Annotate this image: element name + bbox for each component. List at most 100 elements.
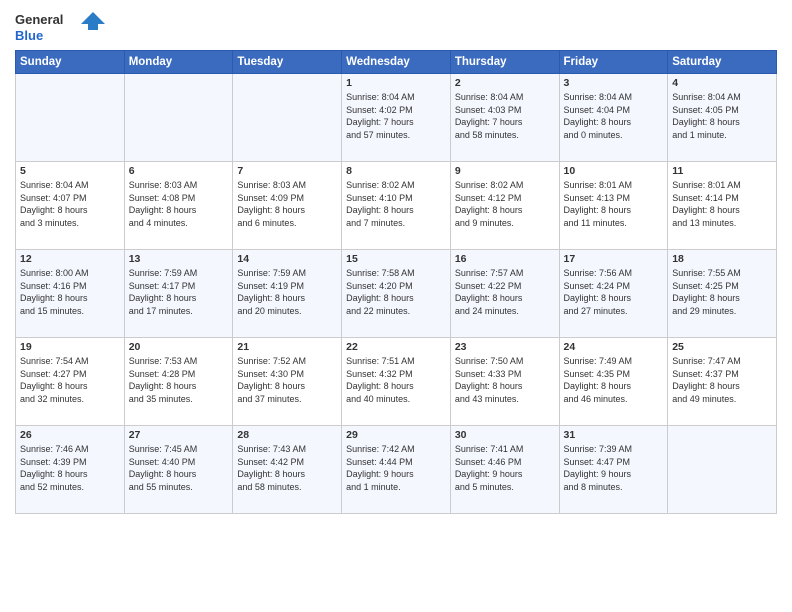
day-number: 7 bbox=[237, 165, 337, 177]
calendar-week-5: 26Sunrise: 7:46 AM Sunset: 4:39 PM Dayli… bbox=[16, 426, 777, 514]
day-number: 27 bbox=[129, 429, 229, 441]
day-info: Sunrise: 7:50 AM Sunset: 4:33 PM Dayligh… bbox=[455, 355, 555, 405]
calendar-cell: 3 Sunrise: 8:04 AM Sunset: 4:04 PM Daylig… bbox=[559, 74, 668, 162]
day-number: 18 bbox=[672, 253, 772, 265]
calendar-cell: 18 Sunrise: 7:55 AM Sunset: 4:25 PM Dayli… bbox=[668, 250, 777, 338]
day-number: 28 bbox=[237, 429, 337, 441]
calendar-cell: 23 Sunrise: 7:50 AM Sunset: 4:33 PM Dayli… bbox=[450, 338, 559, 426]
calendar-cell: 15 Sunrise: 7:58 AM Sunset: 4:20 PM Dayli… bbox=[342, 250, 451, 338]
day-info: Sunrise: 8:03 AM Sunset: 4:08 PM Dayligh… bbox=[129, 179, 229, 229]
calendar-cell: 6 Sunrise: 8:03 AM Sunset: 4:08 PM Daylig… bbox=[124, 162, 233, 250]
day-info: Sunrise: 7:43 AM Sunset: 4:42 PM Dayligh… bbox=[237, 443, 337, 493]
calendar-cell: 22Sunrise: 7:51 AM Sunset: 4:32 PM Dayli… bbox=[342, 338, 451, 426]
day-info: Sunrise: 7:47 AM Sunset: 4:37 PM Dayligh… bbox=[672, 355, 772, 405]
calendar-cell: 29 Sunrise: 7:42 AM Sunset: 4:44 PM Dayli… bbox=[342, 426, 451, 514]
day-number: 6 bbox=[129, 165, 229, 177]
day-number: 10 bbox=[564, 165, 664, 177]
weekday-header-thursday: Thursday bbox=[450, 51, 559, 74]
calendar-cell: 30Sunrise: 7:41 AM Sunset: 4:46 PM Dayli… bbox=[450, 426, 559, 514]
day-info: Sunrise: 8:01 AM Sunset: 4:14 PM Dayligh… bbox=[672, 179, 772, 229]
calendar-cell: 5 Sunrise: 8:04 AM Sunset: 4:07 PM Daylig… bbox=[16, 162, 125, 250]
calendar-cell bbox=[16, 74, 125, 162]
calendar-week-4: 19 Sunrise: 7:54 AM Sunset: 4:27 PM Dayli… bbox=[16, 338, 777, 426]
day-number: 17 bbox=[564, 253, 664, 265]
day-info: Sunrise: 7:55 AM Sunset: 4:25 PM Dayligh… bbox=[672, 267, 772, 317]
calendar-cell: 26Sunrise: 7:46 AM Sunset: 4:39 PM Dayli… bbox=[16, 426, 125, 514]
day-number: 29 bbox=[346, 429, 446, 441]
calendar-cell: 28 Sunrise: 7:43 AM Sunset: 4:42 PM Dayli… bbox=[233, 426, 342, 514]
day-info: Sunrise: 8:04 AM Sunset: 4:04 PM Dayligh… bbox=[564, 91, 664, 141]
day-number: 21 bbox=[237, 341, 337, 353]
weekday-header-monday: Monday bbox=[124, 51, 233, 74]
logo: General Blue bbox=[15, 10, 105, 44]
day-number: 11 bbox=[672, 165, 772, 177]
day-number: 22 bbox=[346, 341, 446, 353]
calendar-cell: 16Sunrise: 7:57 AM Sunset: 4:22 PM Dayli… bbox=[450, 250, 559, 338]
calendar-cell: 21 Sunrise: 7:52 AM Sunset: 4:30 PM Dayli… bbox=[233, 338, 342, 426]
calendar-cell: 19 Sunrise: 7:54 AM Sunset: 4:27 PM Dayli… bbox=[16, 338, 125, 426]
day-number: 1 bbox=[346, 77, 446, 89]
day-info: Sunrise: 8:02 AM Sunset: 4:10 PM Dayligh… bbox=[346, 179, 446, 229]
calendar-cell: 27 Sunrise: 7:45 AM Sunset: 4:40 PM Dayli… bbox=[124, 426, 233, 514]
day-number: 19 bbox=[20, 341, 120, 353]
calendar-cell: 7Sunrise: 8:03 AM Sunset: 4:09 PM Daylig… bbox=[233, 162, 342, 250]
calendar-cell: 11 Sunrise: 8:01 AM Sunset: 4:14 PM Dayli… bbox=[668, 162, 777, 250]
day-number: 9 bbox=[455, 165, 555, 177]
day-number: 30 bbox=[455, 429, 555, 441]
day-info: Sunrise: 7:39 AM Sunset: 4:47 PM Dayligh… bbox=[564, 443, 664, 493]
day-number: 20 bbox=[129, 341, 229, 353]
day-number: 23 bbox=[455, 341, 555, 353]
day-info: Sunrise: 7:46 AM Sunset: 4:39 PM Dayligh… bbox=[20, 443, 120, 493]
calendar-cell bbox=[668, 426, 777, 514]
day-info: Sunrise: 8:04 AM Sunset: 4:07 PM Dayligh… bbox=[20, 179, 120, 229]
day-info: Sunrise: 7:59 AM Sunset: 4:19 PM Dayligh… bbox=[237, 267, 337, 317]
calendar-cell: 14 Sunrise: 7:59 AM Sunset: 4:19 PM Dayli… bbox=[233, 250, 342, 338]
calendar-cell: 31 Sunrise: 7:39 AM Sunset: 4:47 PM Dayli… bbox=[559, 426, 668, 514]
day-info: Sunrise: 7:52 AM Sunset: 4:30 PM Dayligh… bbox=[237, 355, 337, 405]
day-number: 2 bbox=[455, 77, 555, 89]
calendar-table: SundayMondayTuesdayWednesdayThursdayFrid… bbox=[15, 50, 777, 514]
svg-text:Blue: Blue bbox=[15, 28, 43, 43]
calendar-cell: 25 Sunrise: 7:47 AM Sunset: 4:37 PM Dayli… bbox=[668, 338, 777, 426]
calendar-cell: 4 Sunrise: 8:04 AM Sunset: 4:05 PM Daylig… bbox=[668, 74, 777, 162]
calendar-header: SundayMondayTuesdayWednesdayThursdayFrid… bbox=[16, 51, 777, 74]
day-number: 16 bbox=[455, 253, 555, 265]
day-info: Sunrise: 7:54 AM Sunset: 4:27 PM Dayligh… bbox=[20, 355, 120, 405]
day-info: Sunrise: 8:04 AM Sunset: 4:03 PM Dayligh… bbox=[455, 91, 555, 141]
weekday-header-tuesday: Tuesday bbox=[233, 51, 342, 74]
day-info: Sunrise: 8:00 AM Sunset: 4:16 PM Dayligh… bbox=[20, 267, 120, 317]
day-info: Sunrise: 7:56 AM Sunset: 4:24 PM Dayligh… bbox=[564, 267, 664, 317]
calendar-cell: 17 Sunrise: 7:56 AM Sunset: 4:24 PM Dayli… bbox=[559, 250, 668, 338]
calendar-page: General Blue SundayMondayTuesdayWednesda… bbox=[0, 0, 792, 612]
day-info: Sunrise: 7:45 AM Sunset: 4:40 PM Dayligh… bbox=[129, 443, 229, 493]
day-info: Sunrise: 7:49 AM Sunset: 4:35 PM Dayligh… bbox=[564, 355, 664, 405]
calendar-week-3: 12 Sunrise: 8:00 AM Sunset: 4:16 PM Dayli… bbox=[16, 250, 777, 338]
calendar-cell bbox=[124, 74, 233, 162]
day-number: 4 bbox=[672, 77, 772, 89]
calendar-cell: 24Sunrise: 7:49 AM Sunset: 4:35 PM Dayli… bbox=[559, 338, 668, 426]
weekday-header-saturday: Saturday bbox=[668, 51, 777, 74]
calendar-cell: 1 Sunrise: 8:04 AM Sunset: 4:02 PM Daylig… bbox=[342, 74, 451, 162]
calendar-cell bbox=[233, 74, 342, 162]
day-number: 14 bbox=[237, 253, 337, 265]
day-info: Sunrise: 7:58 AM Sunset: 4:20 PM Dayligh… bbox=[346, 267, 446, 317]
day-info: Sunrise: 8:01 AM Sunset: 4:13 PM Dayligh… bbox=[564, 179, 664, 229]
weekday-header-sunday: Sunday bbox=[16, 51, 125, 74]
day-number: 31 bbox=[564, 429, 664, 441]
day-number: 13 bbox=[129, 253, 229, 265]
day-number: 15 bbox=[346, 253, 446, 265]
page-header: General Blue bbox=[15, 10, 777, 44]
day-info: Sunrise: 8:04 AM Sunset: 4:05 PM Dayligh… bbox=[672, 91, 772, 141]
day-number: 12 bbox=[20, 253, 120, 265]
calendar-cell: 12 Sunrise: 8:00 AM Sunset: 4:16 PM Dayli… bbox=[16, 250, 125, 338]
calendar-cell: 9Sunrise: 8:02 AM Sunset: 4:12 PM Daylig… bbox=[450, 162, 559, 250]
day-number: 25 bbox=[672, 341, 772, 353]
day-number: 5 bbox=[20, 165, 120, 177]
day-info: Sunrise: 7:42 AM Sunset: 4:44 PM Dayligh… bbox=[346, 443, 446, 493]
day-info: Sunrise: 7:53 AM Sunset: 4:28 PM Dayligh… bbox=[129, 355, 229, 405]
calendar-cell: 13Sunrise: 7:59 AM Sunset: 4:17 PM Dayli… bbox=[124, 250, 233, 338]
calendar-week-2: 5 Sunrise: 8:04 AM Sunset: 4:07 PM Daylig… bbox=[16, 162, 777, 250]
day-info: Sunrise: 8:04 AM Sunset: 4:02 PM Dayligh… bbox=[346, 91, 446, 141]
day-number: 3 bbox=[564, 77, 664, 89]
weekday-header-wednesday: Wednesday bbox=[342, 51, 451, 74]
